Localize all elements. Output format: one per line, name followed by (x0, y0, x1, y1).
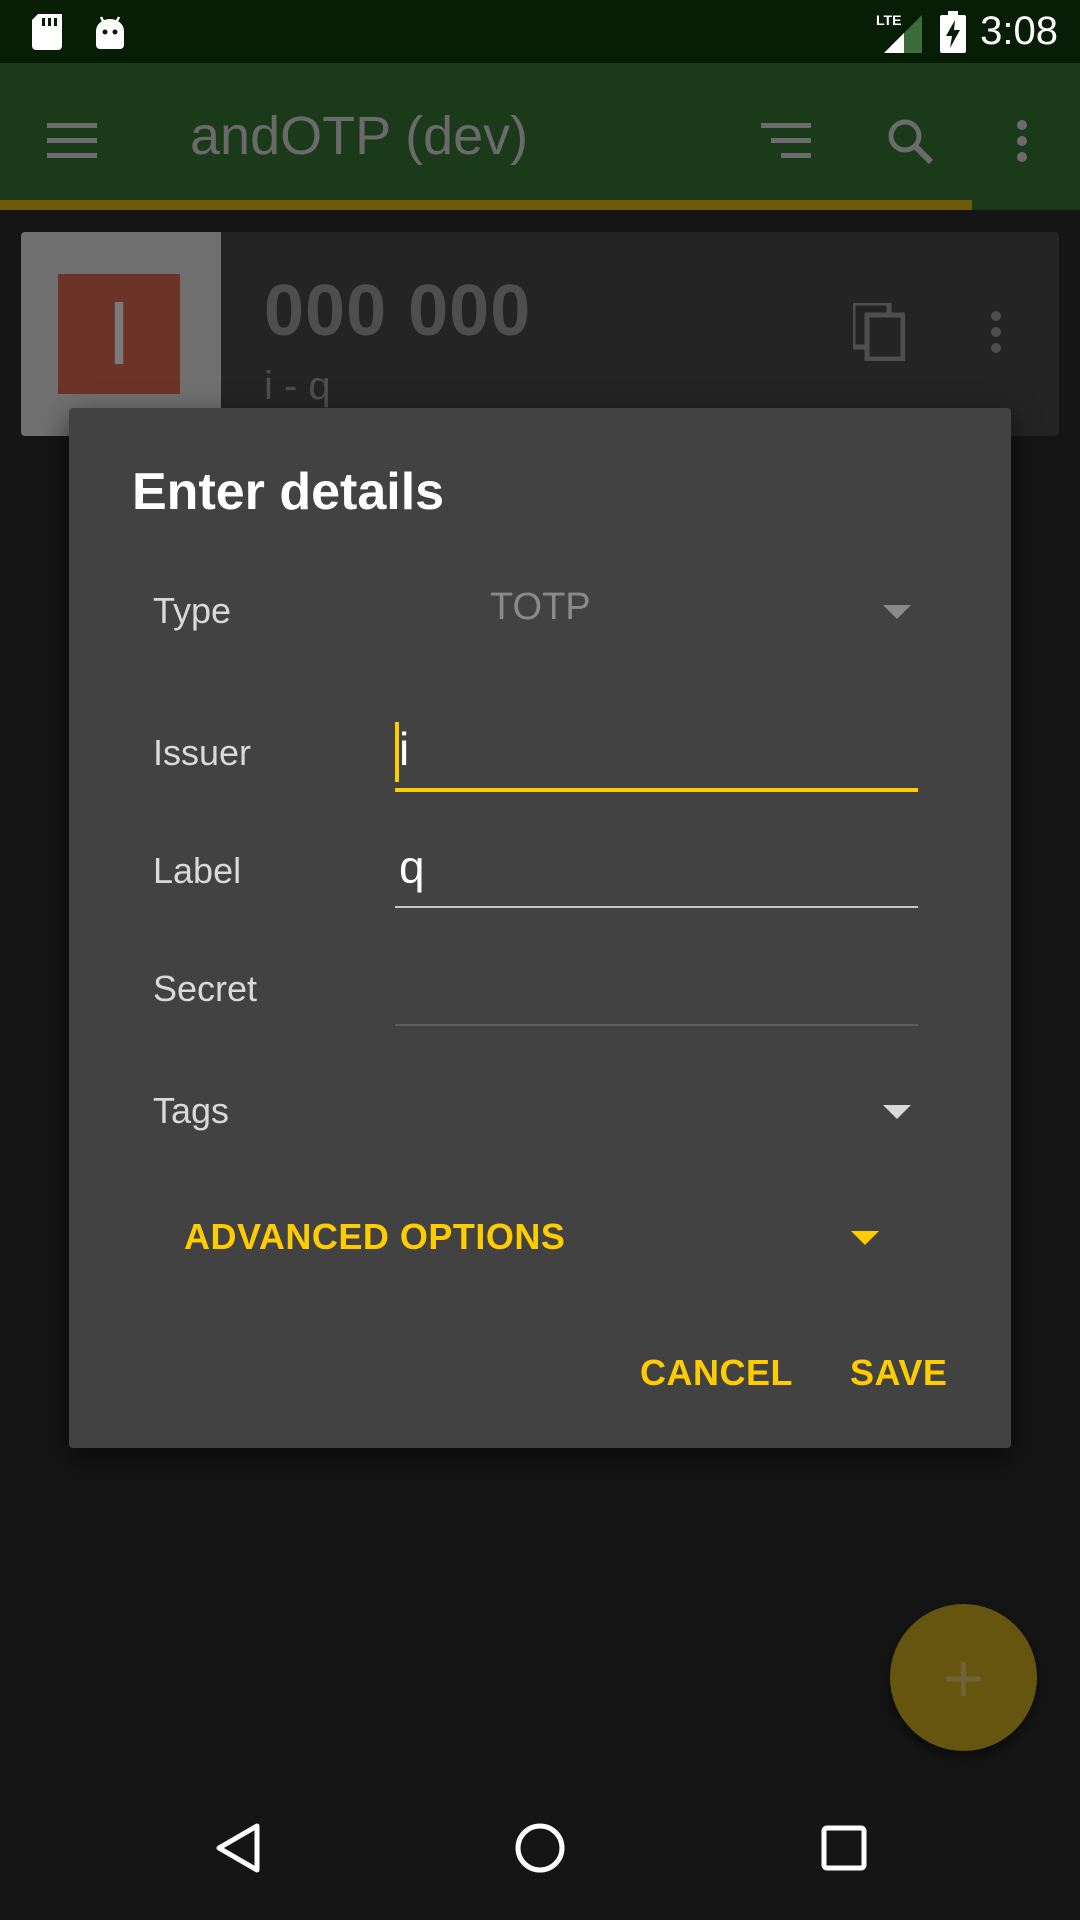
entry-thumbnail: I (58, 274, 180, 394)
enter-details-dialog: Enter details Type TOTP Issuer i Label q… (69, 408, 1011, 1448)
type-dropdown-icon[interactable] (877, 592, 917, 632)
label-label: Label (153, 850, 242, 891)
save-button[interactable]: SAVE (850, 1352, 947, 1394)
entry-more-icon[interactable] (976, 300, 1016, 364)
token-progress-bar (0, 200, 972, 210)
status-bar: LTE 3:08 (0, 0, 1080, 63)
issuer-label: Issuer (153, 732, 252, 773)
label-underline (395, 906, 918, 908)
add-entry-fab[interactable]: + (890, 1604, 1037, 1751)
add-icon: + (943, 1638, 984, 1717)
issuer-underline (395, 788, 918, 792)
copy-icon[interactable] (847, 300, 911, 364)
home-icon[interactable] (460, 1776, 620, 1920)
back-icon[interactable] (157, 1776, 317, 1920)
label-input[interactable]: q (395, 832, 918, 904)
type-label: Type (153, 590, 232, 631)
sd-card-icon (32, 0, 62, 63)
cancel-button[interactable]: CANCEL (640, 1352, 793, 1394)
tags-dropdown-icon[interactable] (877, 1092, 917, 1132)
type-select[interactable]: TOTP (490, 586, 591, 629)
tags-label: Tags (153, 1090, 230, 1131)
search-icon[interactable] (874, 105, 946, 177)
battery-charging-icon (940, 0, 966, 63)
android-icon (94, 0, 126, 63)
dialog-title: Enter details (132, 463, 445, 521)
svg-text:LTE: LTE (876, 12, 901, 28)
secret-label: Secret (153, 968, 258, 1009)
secret-input[interactable] (395, 950, 918, 1022)
secret-underline (395, 1024, 918, 1026)
menu-icon[interactable] (36, 105, 108, 177)
advanced-options-toggle[interactable]: ADVANCED OPTIONS (184, 1216, 565, 1258)
app-bar: andOTP (dev) (0, 63, 1080, 210)
recents-icon[interactable] (764, 1776, 924, 1920)
app-title: andOTP (dev) (190, 106, 529, 166)
entry-subtitle: i - q (264, 364, 331, 408)
more-vert-icon[interactable] (986, 105, 1058, 177)
token-code: 000 000 (264, 271, 532, 351)
issuer-input[interactable]: i (395, 714, 918, 786)
sort-icon[interactable] (750, 105, 822, 177)
advanced-options-chevron-icon[interactable] (845, 1218, 885, 1258)
entry-card[interactable]: I 000 000 i - q (21, 232, 1059, 436)
status-time: 3:08 (980, 9, 1058, 53)
navigation-bar (0, 1776, 1080, 1920)
signal-icon: LTE (874, 0, 922, 63)
text-cursor (395, 722, 399, 782)
thumbnail-background: I (21, 232, 221, 436)
